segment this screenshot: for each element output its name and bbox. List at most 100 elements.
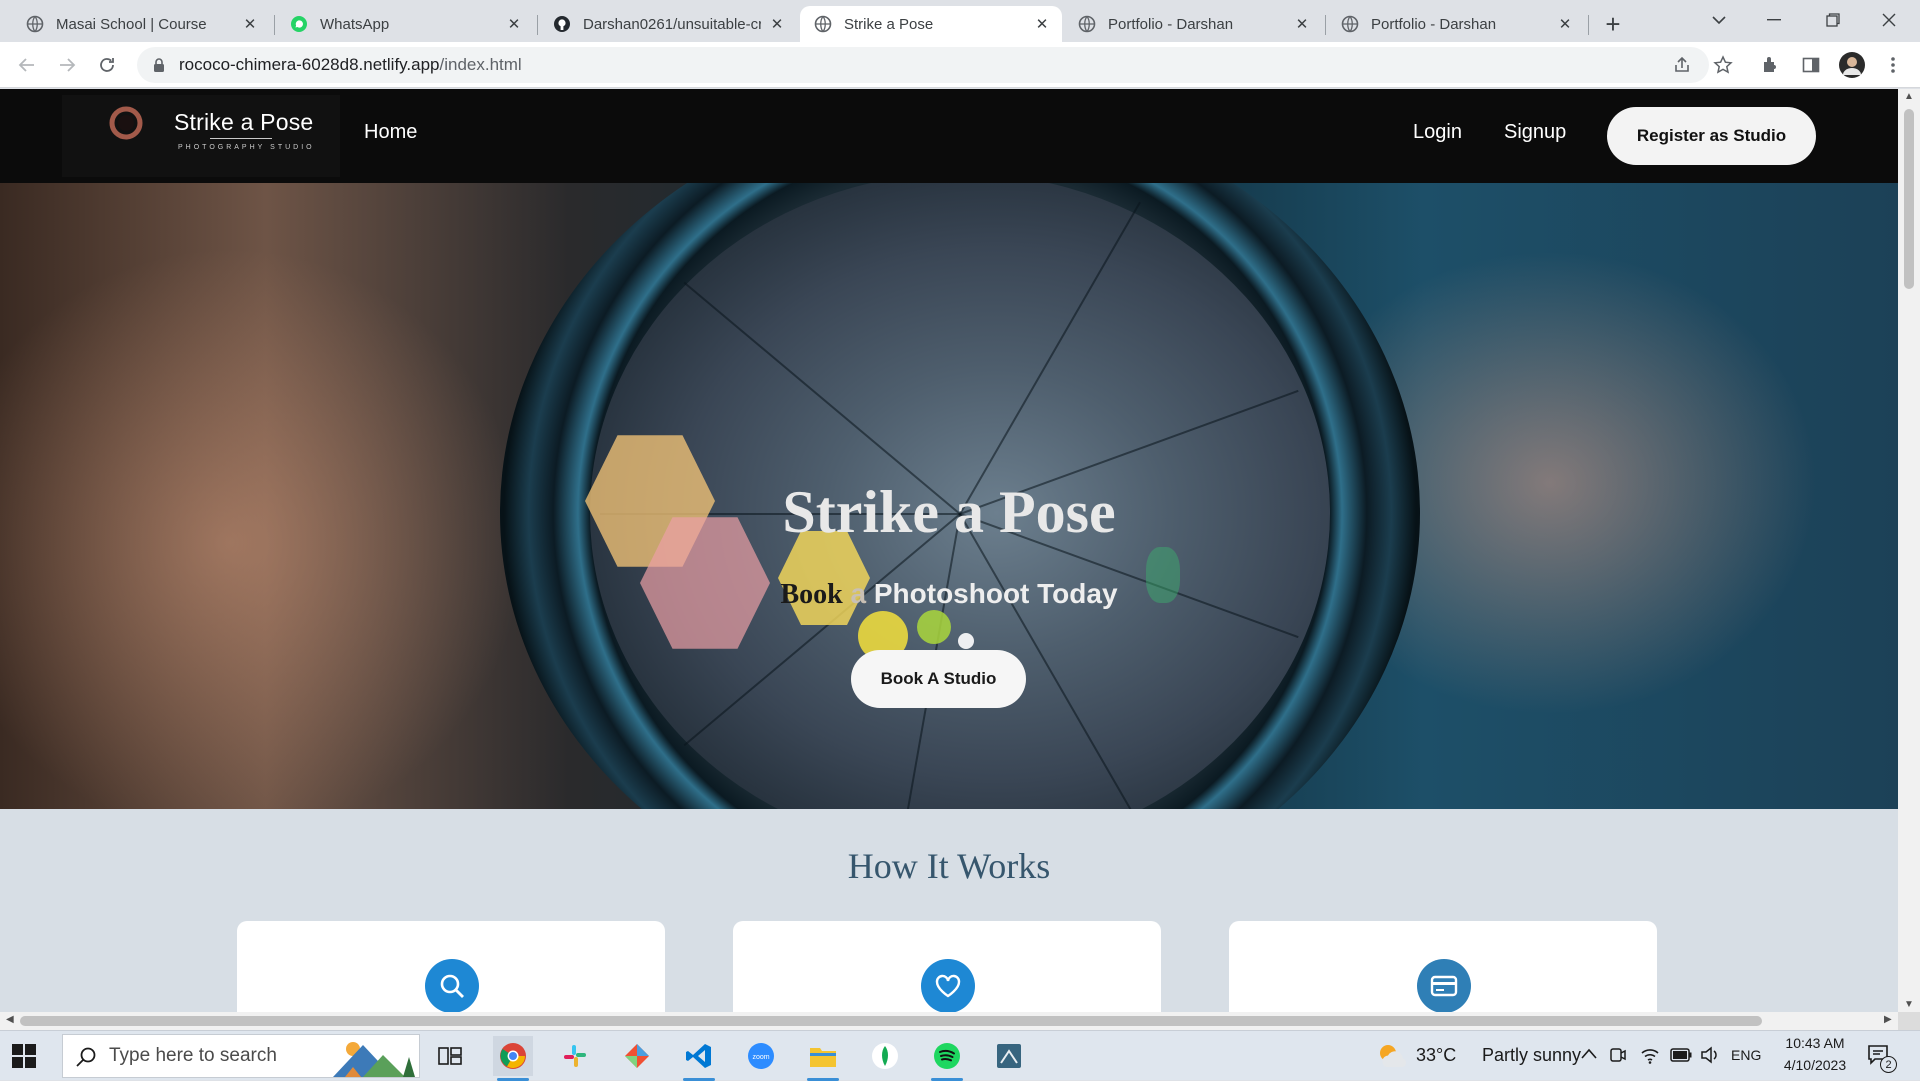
hero-subtitle: Book a Photoshoot Today: [0, 578, 1898, 611]
git-kraken-taskbar-icon[interactable]: [617, 1036, 657, 1076]
input-language[interactable]: ENG: [1731, 1047, 1761, 1063]
globe-icon: [1341, 15, 1359, 33]
site-logo[interactable]: Strike a Pose PHOTOGRAPHY STUDIO: [62, 95, 340, 177]
back-button[interactable]: [11, 49, 43, 81]
scroll-corner: [1898, 1012, 1920, 1030]
taskbar-search-placeholder: Type here to search: [109, 1045, 277, 1066]
close-tab-icon[interactable]: ✕: [1555, 14, 1575, 34]
close-tab-icon[interactable]: ✕: [1032, 14, 1052, 34]
share-icon[interactable]: [1668, 51, 1696, 79]
bokeh-dot: [917, 610, 951, 644]
profile-avatar[interactable]: [1838, 51, 1866, 79]
spotify-taskbar-icon[interactable]: [927, 1036, 967, 1081]
address-bar[interactable]: rococo-chimera-6028d8.netlify.app/index.…: [137, 47, 1709, 83]
tab-whatsapp[interactable]: WhatsApp ✕: [276, 6, 534, 42]
tab-portfolio-1[interactable]: Portfolio - Darshan ✕: [1064, 6, 1322, 42]
weather-temperature[interactable]: 33°C: [1416, 1045, 1456, 1066]
whatsapp-icon: [290, 15, 308, 33]
url-path: /index.html: [439, 55, 522, 74]
logo-ring-icon: [109, 106, 143, 140]
register-as-studio-button[interactable]: Register as Studio: [1607, 107, 1816, 165]
weather-description[interactable]: Partly sunny: [1482, 1045, 1581, 1066]
zoom-taskbar-icon[interactable]: zoom: [741, 1036, 781, 1076]
windows-start-icon[interactable]: [12, 1044, 36, 1068]
site-navbar: Strike a Pose PHOTOGRAPHY STUDIO Home Lo…: [0, 89, 1898, 183]
how-it-works-card: [237, 921, 665, 1012]
horizontal-scrollbar[interactable]: ◀ ▶: [0, 1012, 1898, 1030]
battery-icon[interactable]: [1670, 1048, 1692, 1062]
meet-now-icon[interactable]: [1609, 1045, 1627, 1065]
scroll-down-arrow[interactable]: ▼: [1904, 999, 1914, 1010]
restore-button[interactable]: [1806, 0, 1860, 40]
hero-subtitle-a: a: [842, 578, 867, 609]
scroll-up-arrow[interactable]: ▲: [1904, 91, 1914, 102]
vertical-scrollbar[interactable]: ▲ ▼: [1898, 89, 1920, 1012]
vscode-taskbar-icon[interactable]: [679, 1036, 719, 1081]
forward-button[interactable]: [51, 49, 83, 81]
close-tab-icon[interactable]: ✕: [504, 14, 524, 34]
globe-icon: [814, 15, 832, 33]
mongodb-taskbar-icon[interactable]: [865, 1036, 905, 1076]
slack-taskbar-icon[interactable]: [555, 1036, 595, 1076]
tab-divider: [537, 15, 538, 35]
reload-button[interactable]: [91, 49, 123, 81]
wifi-icon[interactable]: [1640, 1046, 1660, 1064]
scroll-thumb[interactable]: [1904, 109, 1914, 289]
side-panel-icon[interactable]: [1797, 51, 1825, 79]
how-it-works-card: [733, 921, 1161, 1012]
tab-divider: [274, 15, 275, 35]
brand-name: Strike a Pose: [174, 109, 314, 135]
notification-count-badge: 2: [1880, 1056, 1897, 1073]
close-tab-icon[interactable]: ✕: [1292, 14, 1312, 34]
brand-underline: [210, 138, 272, 139]
mysql-workbench-taskbar-icon[interactable]: [989, 1036, 1029, 1076]
clock-time[interactable]: 10:43 AM: [1770, 1035, 1860, 1051]
nav-home-link[interactable]: Home: [364, 121, 417, 144]
file-explorer-taskbar-icon[interactable]: [803, 1036, 843, 1081]
minimize-button[interactable]: [1747, 0, 1801, 40]
weather-partly-sunny-icon[interactable]: [1376, 1041, 1408, 1071]
extensions-icon[interactable]: [1757, 51, 1785, 79]
search-icon: [425, 959, 479, 1012]
bookmark-star-icon[interactable]: [1709, 51, 1737, 79]
tab-title: Strike a Pose: [844, 15, 934, 33]
tab-search-icon[interactable]: [1692, 0, 1746, 40]
taskbar-search-box[interactable]: Type here to search: [62, 1034, 420, 1078]
hero-subtitle-rest: Photoshoot Today: [866, 578, 1118, 609]
tab-masai-school[interactable]: Masai School | Course ✕: [12, 6, 270, 42]
tab-github[interactable]: Darshan0261/unsuitable-cr ✕: [539, 6, 797, 42]
scroll-thumb[interactable]: [20, 1016, 1762, 1026]
menu-kebab-icon[interactable]: [1879, 51, 1907, 79]
brand-subtitle: PHOTOGRAPHY STUDIO: [178, 144, 315, 151]
hero-section: Strike a Pose Book a Photoshoot Today Bo…: [0, 183, 1898, 809]
tab-title: Masai School | Course: [56, 15, 207, 33]
lock-icon[interactable]: [151, 57, 167, 73]
page-viewport: Strike a Pose PHOTOGRAPHY STUDIO Home Lo…: [0, 89, 1898, 1012]
github-icon: [553, 15, 571, 33]
new-tab-button[interactable]: +: [1597, 8, 1629, 40]
task-view-icon[interactable]: [430, 1036, 470, 1076]
tab-portfolio-2[interactable]: Portfolio - Darshan ✕: [1327, 6, 1585, 42]
search-icon: [76, 1047, 96, 1067]
nav-login-link[interactable]: Login: [1413, 121, 1462, 144]
svg-text:zoom: zoom: [752, 1054, 769, 1061]
windows-taskbar: Type here to search zoom 33°C Partly sun…: [0, 1030, 1920, 1081]
scroll-left-arrow[interactable]: ◀: [6, 1014, 14, 1025]
close-window-button[interactable]: [1862, 0, 1916, 40]
hero-subtitle-book: Book: [780, 579, 843, 610]
chrome-taskbar-icon[interactable]: [493, 1036, 533, 1081]
nav-signup-link[interactable]: Signup: [1504, 121, 1566, 144]
book-a-studio-button[interactable]: Book A Studio: [851, 650, 1026, 708]
tab-strike-a-pose[interactable]: Strike a Pose ✕: [800, 6, 1062, 42]
scroll-right-arrow[interactable]: ▶: [1884, 1014, 1892, 1025]
how-it-works-card: [1229, 921, 1657, 1012]
clock-date[interactable]: 4/10/2023: [1770, 1057, 1860, 1073]
browser-toolbar: rococo-chimera-6028d8.netlify.app/index.…: [0, 42, 1920, 88]
tab-strip: Masai School | Course ✕ WhatsApp ✕ Darsh…: [0, 0, 1920, 42]
chevron-up-icon[interactable]: [1581, 1048, 1597, 1060]
close-tab-icon[interactable]: ✕: [767, 14, 787, 34]
close-tab-icon[interactable]: ✕: [240, 14, 260, 34]
speaker-icon[interactable]: [1700, 1046, 1720, 1064]
bokeh-dot: [958, 633, 974, 649]
globe-icon: [26, 15, 44, 33]
